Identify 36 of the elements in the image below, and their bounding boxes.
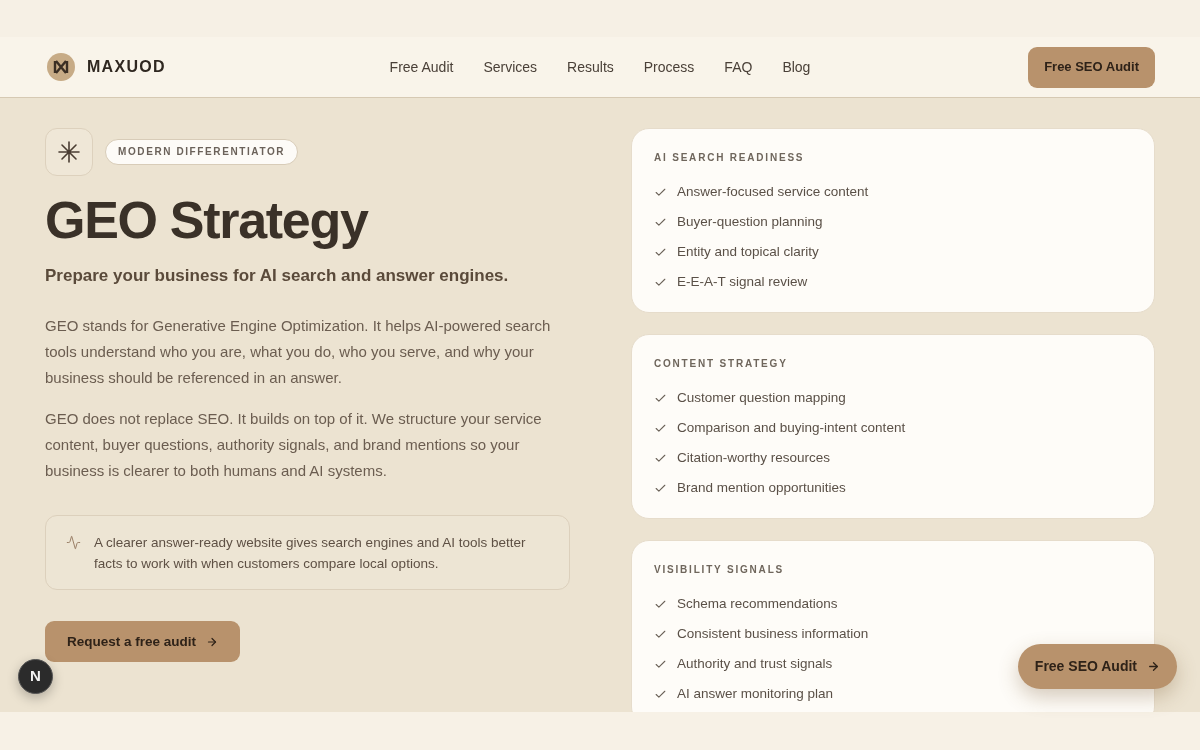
free-seo-audit-button[interactable]: Free SEO Audit [1028, 46, 1155, 88]
nav-link[interactable]: Results [567, 56, 614, 78]
nav-link[interactable]: Blog [782, 56, 811, 78]
card-title: CONTENT STRATEGY [654, 358, 789, 370]
feature-item: Buyer-question planning [677, 212, 823, 231]
callout-text: A clearer answer-ready website gives search engines and AI tools better facts to work with when customers compare local options. [94, 534, 527, 574]
page-subtitle: Prepare your business for AI search and answer engines. [45, 265, 510, 288]
page-title: GEO Strategy [45, 192, 370, 250]
feature-item: Answer-focused service content [677, 182, 869, 201]
arrow-right-icon [1147, 660, 1160, 673]
brand-name: MAXUOD [87, 57, 166, 77]
floating-audit-button[interactable]: Free SEO Audit [1017, 644, 1177, 689]
feature-item: Citation-worthy resources [677, 448, 831, 467]
asterisk-icon [58, 141, 80, 163]
card-title: AI SEARCH READINESS [654, 152, 806, 164]
feature-item: Brand mention opportunities [677, 478, 846, 497]
feature-item: Customer question mapping [677, 388, 846, 407]
feature-item: Entity and topical clarity [677, 242, 819, 261]
section-badge: MODERN DIFFERENTIATOR [105, 139, 299, 165]
logo-icon [47, 53, 75, 81]
feature-item: Consistent business information [677, 624, 869, 643]
pulse-icon [66, 535, 81, 551]
feature-item: Authority and trust signals [677, 654, 833, 673]
arrow-right-icon [206, 635, 219, 648]
card-title: VISIBILITY SIGNALS [654, 564, 785, 576]
feature-item: E-E-A-T signal review [677, 272, 808, 291]
feature-item: Comparison and buying-intent content [677, 418, 906, 437]
nav-link[interactable]: Services [483, 56, 538, 78]
nav-link[interactable]: FAQ [724, 56, 753, 78]
body-paragraph: GEO does not replace SEO. It builds on top of it. We structure your service content, buyer questions, authority signals, and brand mentions so your business is clearer to both humans and AI systems. [45, 409, 543, 482]
nav-link[interactable]: Process [643, 56, 695, 78]
feature-item: AI answer monitoring plan [677, 684, 834, 703]
request-audit-button[interactable]: Request a free audit [45, 621, 241, 663]
body-paragraph: GEO stands for Generative Engine Optimization. It helps AI-powered search tools understand who you are, what you do, who you serve, and why your business should be referenced in an answer. [45, 316, 552, 389]
nav-link[interactable]: Free Audit [389, 56, 454, 78]
feature-item: Schema recommendations [677, 594, 838, 613]
